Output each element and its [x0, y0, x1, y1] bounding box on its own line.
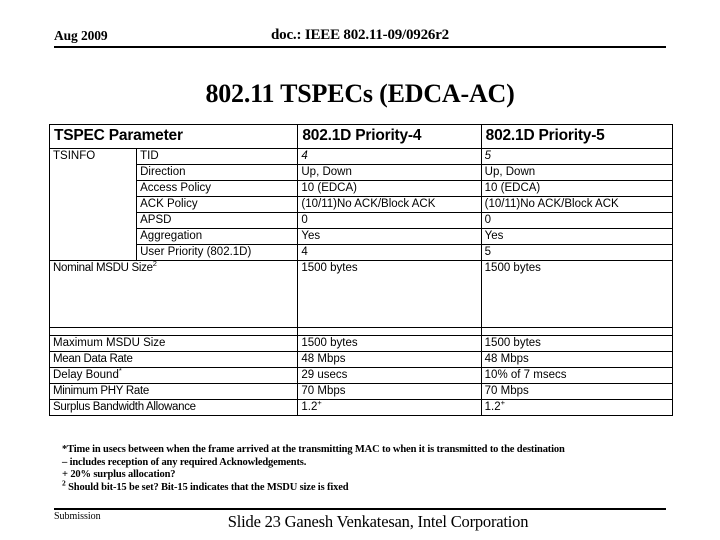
- row-label: Mean Data Rate: [48, 351, 299, 368]
- superscript-marker: +: [317, 399, 322, 408]
- header-date: Aug 2009: [54, 28, 108, 43]
- cell-priority-5: 10 (EDCA): [480, 180, 674, 197]
- cell-priority-5: 1500 bytes: [480, 260, 674, 328]
- row-label: Direction: [136, 164, 299, 181]
- cell-priority-4: 1500 bytes: [297, 335, 482, 352]
- cell-priority-4: 1500 bytes: [297, 260, 482, 328]
- table-row: Mean Data Rate 48 Mbps 48 Mbps: [48, 351, 674, 368]
- row-label: Surplus Bandwidth Allowance: [48, 399, 299, 416]
- footnote-text: 20% surplus allocation?: [67, 469, 176, 480]
- table-row: Access Policy 10 (EDCA) 10 (EDCA): [50, 180, 674, 197]
- table-row: Maximum MSDU Size 1500 bytes 1500 bytes: [48, 335, 674, 352]
- footnote-text: includes reception of any required Ackno…: [67, 456, 307, 468]
- cell-priority-5: 10% of 7 msecs: [480, 367, 674, 384]
- column-header-priority-5: 802.1D Priority-5: [480, 124, 674, 149]
- cell-priority-5: (10/11)No ACK/Block ACK: [480, 196, 674, 213]
- footnote-line: – includes reception of any required Ack…: [62, 457, 682, 470]
- table-row-nominal-msdu-size: Nominal MSDU Size2 1500 bytes 1500 bytes: [48, 260, 674, 328]
- cell-priority-5: 1.2+: [480, 399, 674, 416]
- spacer-cell: [480, 327, 674, 336]
- spacer-cell: [297, 327, 482, 336]
- table-spacer-row: [48, 327, 674, 336]
- cell-priority-4: (10/11)No ACK/Block ACK: [297, 196, 482, 213]
- table-row: Direction Up, Down Up, Down: [50, 164, 674, 181]
- header-doc-reference: doc.: IEEE 802.11-09/0926r2: [271, 27, 449, 43]
- superscript-marker: +: [500, 399, 506, 408]
- row-label: APSD: [136, 212, 299, 229]
- footnote-text: Should bit-15 be set? Bit-15 indicates t…: [65, 481, 349, 493]
- cell-priority-4: 48 Mbps: [297, 351, 482, 368]
- cell-priority-4: 70 Mbps: [297, 383, 482, 400]
- footer-divider-rule: [54, 508, 666, 510]
- cell-priority-5: 5: [480, 148, 674, 165]
- cell-priority-5: 5: [480, 244, 674, 261]
- row-label: Maximum MSDU Size: [48, 335, 299, 352]
- row-label: Minimum PHY Rate: [48, 383, 299, 400]
- superscript-marker: *: [118, 367, 122, 376]
- footnote-text: Time in usecs between when the frame arr…: [67, 444, 565, 455]
- row-label: User Priority (802.1D): [136, 244, 299, 261]
- table-row: TSINFO TID 4 5: [48, 148, 674, 261]
- tspec-parameters-table: TSPEC Parameter 802.1D Priority-4 802.1D…: [48, 124, 674, 416]
- table-row: ACK Policy (10/11)No ACK/Block ACK (10/11)…: [50, 196, 674, 213]
- cell-priority-5: 0: [480, 212, 674, 229]
- page-title: 802.11 TSPECs (EDCA-AC): [205, 79, 515, 108]
- column-header-priority-4: 802.1D Priority-4: [297, 124, 482, 149]
- cell-priority-4: 4: [297, 148, 482, 165]
- table-row: Minimum PHY Rate 70 Mbps 70 Mbps: [48, 383, 674, 400]
- cell-priority-5: Yes: [480, 228, 674, 245]
- row-label: Aggregation: [136, 228, 299, 245]
- table-row: User Priority (802.1D) 4 5: [50, 244, 674, 261]
- footnote-line: + 20% surplus allocation?: [62, 469, 682, 482]
- cell-priority-5: 70 Mbps: [480, 383, 674, 400]
- table-row: Delay Bound* 29 usecs 10% of 7 msecs: [48, 367, 674, 384]
- row-label: Delay Bound*: [48, 367, 299, 384]
- header-divider-rule: [54, 46, 666, 48]
- row-label: Nominal MSDU Size2: [48, 260, 299, 328]
- cell-priority-4: Yes: [297, 228, 482, 245]
- cell-priority-5: 1500 bytes: [480, 335, 674, 352]
- cell-priority-4: 10 (EDCA): [297, 180, 482, 197]
- cell-priority-5: 48 Mbps: [480, 351, 674, 368]
- table-row: Aggregation Yes Yes: [50, 228, 674, 245]
- footer-submission-label: Submission: [54, 511, 101, 522]
- superscript-marker: 2: [152, 260, 157, 269]
- slide-header: Aug 2009 doc.: IEEE 802.11-09/0926r2: [54, 27, 666, 48]
- cell-priority-5: Up, Down: [480, 164, 674, 181]
- footnotes-block: *Time in usecs between when the frame ar…: [62, 444, 682, 494]
- cell-priority-4: 0: [297, 212, 482, 229]
- cell-priority-4: Up, Down: [297, 164, 482, 181]
- spacer-cell: [48, 327, 299, 336]
- row-label: Access Policy: [136, 180, 299, 197]
- column-header-parameter: TSPEC Parameter: [48, 124, 299, 149]
- footer-slide-info: Slide 23 Ganesh Venkatesan, Intel Corpor…: [227, 512, 529, 531]
- footnote-line: 2 Should bit-15 be set? Bit-15 indicates…: [62, 479, 682, 495]
- tsinfo-group-label: TSINFO: [48, 148, 138, 261]
- slide-footer: Submission Slide 23 Ganesh Venkatesan, I…: [54, 508, 666, 534]
- cell-priority-4: 29 usecs: [297, 367, 482, 384]
- table-row: APSD 0 0: [50, 212, 674, 229]
- row-label: TID: [136, 148, 299, 165]
- cell-priority-4: 1.2+: [297, 399, 482, 416]
- table-row: Surplus Bandwidth Allowance 1.2+ 1.2+: [48, 399, 674, 416]
- footnote-line: *Time in usecs between when the frame ar…: [62, 444, 682, 457]
- cell-priority-4: 4: [297, 244, 482, 261]
- row-label: ACK Policy: [136, 196, 299, 213]
- table-header-row: TSPEC Parameter 802.1D Priority-4 802.1D…: [48, 124, 674, 149]
